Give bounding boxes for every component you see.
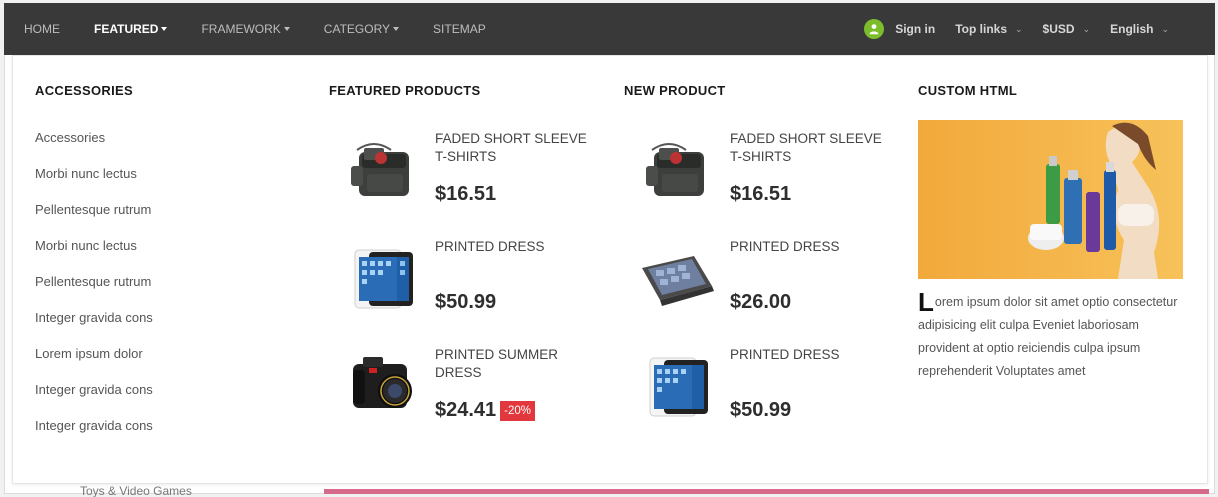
accessories-link[interactable]: Pellentesque rutrum xyxy=(35,202,153,238)
new-product-title: NEW PRODUCT xyxy=(624,83,726,98)
custom-html-text: Lorem ipsum dolor sit amet optio consect… xyxy=(918,287,1188,383)
nav-featured[interactable]: FEATURED xyxy=(94,22,168,36)
background-category-text: Toys & Video Games xyxy=(80,484,192,497)
product-price: $16.51 xyxy=(435,183,496,206)
price-value: $16.51 xyxy=(730,183,792,205)
background-banner-strip xyxy=(324,489,1209,494)
nav-framework-label: FRAMEWORK xyxy=(201,22,281,36)
product-name-link[interactable]: PRINTED DRESS xyxy=(730,346,890,364)
nav-sitemap[interactable]: SITEMAP xyxy=(433,22,486,36)
user-icon xyxy=(864,19,885,39)
nav-home-label: HOME xyxy=(24,22,60,36)
language-dropdown[interactable]: English ⌄ xyxy=(1110,22,1169,36)
language-label: English xyxy=(1110,22,1154,36)
convertible-laptop-image[interactable] xyxy=(624,238,714,318)
chevron-down-icon: ⌄ xyxy=(1082,23,1091,34)
product-price: $50.99 xyxy=(730,399,791,422)
nav-framework[interactable]: FRAMEWORK xyxy=(201,22,290,36)
currency-dropdown[interactable]: $USD ⌄ xyxy=(1043,22,1091,36)
caret-down-icon xyxy=(161,27,168,31)
caret-down-icon xyxy=(393,27,400,31)
accessories-link[interactable]: Integer gravida cons xyxy=(35,418,153,454)
accessories-title: ACCESSORIES xyxy=(35,83,133,98)
price-value: $50.99 xyxy=(435,291,497,313)
price-value: $16.51 xyxy=(435,183,497,205)
sign-in-label: Sign in xyxy=(895,22,936,36)
nav-featured-label: FEATURED xyxy=(94,22,159,36)
product-name-link[interactable]: FADED SHORT SLEEVE T-SHIRTS xyxy=(435,130,595,166)
featured-product-item: PRINTED SUMMER DRESS $24.41 -20% xyxy=(329,346,599,446)
main-menu: HOME FEATURED FRAMEWORK CATEGORY SITEMAP xyxy=(4,3,500,55)
product-name-link[interactable]: PRINTED SUMMER DRESS xyxy=(435,346,595,382)
top-links-label: Top links xyxy=(955,22,1007,36)
chevron-down-icon: ⌄ xyxy=(1161,23,1169,34)
new-product-item: FADED SHORT SLEEVE T-SHIRTS $16.51 xyxy=(624,130,894,230)
tablet-image[interactable] xyxy=(624,346,714,426)
discount-badge: -20% xyxy=(500,400,536,421)
accessories-link[interactable]: Morbi nunc lectus xyxy=(35,238,153,274)
accessories-link[interactable]: Pellentesque rutrum xyxy=(35,274,153,310)
nav-sitemap-label: SITEMAP xyxy=(433,22,486,36)
price-value: $26.00 xyxy=(730,291,792,313)
dropcap-letter: L xyxy=(918,287,934,317)
new-product-item: PRINTED DRESS $50.99 xyxy=(624,346,894,446)
tablet-image[interactable] xyxy=(329,238,419,318)
top-navbar: HOME FEATURED FRAMEWORK CATEGORY SITEMAP… xyxy=(4,3,1215,55)
accessories-list: Accessories Morbi nunc lectus Pellentesq… xyxy=(35,130,153,454)
dslr-camera-image[interactable] xyxy=(329,346,419,426)
top-links-dropdown[interactable]: Top links ⌄ xyxy=(955,22,1022,36)
featured-product-item: FADED SHORT SLEEVE T-SHIRTS $16.51 xyxy=(329,130,599,230)
caret-down-icon xyxy=(283,27,290,31)
new-product-item: PRINTED DRESS $26.00 xyxy=(624,238,894,338)
product-name-link[interactable]: PRINTED DRESS xyxy=(730,238,890,256)
price-value: $24.41 xyxy=(435,399,497,421)
product-price: $24.41 -20% xyxy=(435,399,536,422)
currency-label: $USD xyxy=(1042,22,1075,36)
custom-html-paragraph: orem ipsum dolor sit amet optio consecte… xyxy=(918,295,1178,378)
cosmetics-banner-image[interactable] xyxy=(918,120,1183,279)
nav-home[interactable]: HOME xyxy=(24,22,60,36)
camera-bag-image[interactable] xyxy=(329,130,419,210)
featured-products-title: FEATURED PRODUCTS xyxy=(329,83,481,98)
camera-bag-image[interactable] xyxy=(624,130,714,210)
nav-category[interactable]: CATEGORY xyxy=(323,22,400,36)
nav-category-label: CATEGORY xyxy=(323,22,391,36)
product-price: $50.99 xyxy=(435,291,496,314)
product-name-link[interactable]: FADED SHORT SLEEVE T-SHIRTS xyxy=(730,130,890,166)
price-value: $50.99 xyxy=(730,399,792,421)
featured-product-item: PRINTED DRESS $50.99 xyxy=(329,238,599,338)
user-menu: Sign in Top links ⌄ $USD ⌄ English ⌄ xyxy=(844,3,1169,55)
chevron-down-icon: ⌄ xyxy=(1015,23,1023,34)
sign-in-link[interactable]: Sign in xyxy=(864,19,935,39)
accessories-link[interactable]: Accessories xyxy=(35,130,153,166)
accessories-link[interactable]: Integer gravida cons xyxy=(35,310,153,346)
accessories-link[interactable]: Morbi nunc lectus xyxy=(35,166,153,202)
accessories-link[interactable]: Lorem ipsum dolor xyxy=(35,346,153,382)
product-price: $16.51 xyxy=(730,183,791,206)
product-name-link[interactable]: PRINTED DRESS xyxy=(435,238,595,256)
product-price: $26.00 xyxy=(730,291,791,314)
accessories-link[interactable]: Integer gravida cons xyxy=(35,382,153,418)
custom-html-title: CUSTOM HTML xyxy=(918,83,1018,98)
